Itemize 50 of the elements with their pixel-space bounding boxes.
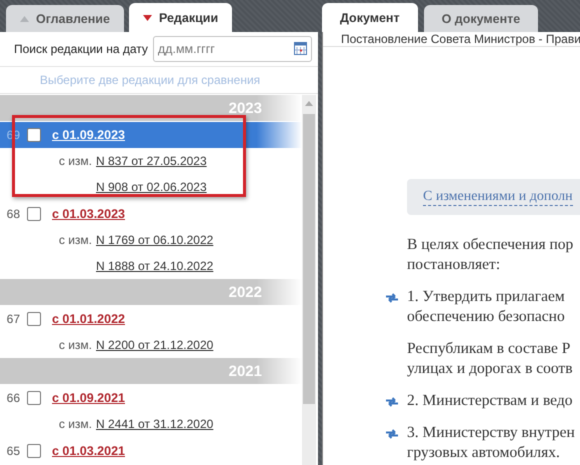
edition-number: 68 xyxy=(6,207,20,221)
edition-link[interactable]: с 01.03.2021 xyxy=(52,444,125,458)
edition-link[interactable]: с 01.01.2022 xyxy=(52,312,125,326)
edition-row[interactable]: 65 с 01.03.2021 xyxy=(0,438,302,464)
panel-tab[interactable]: Редакции xyxy=(128,3,232,32)
caret-icon xyxy=(142,14,152,20)
checkbox[interactable] xyxy=(27,207,41,221)
changes-label: с изм. xyxy=(58,233,92,247)
compare-hint: Выберите две редакции для сравнения xyxy=(0,66,318,94)
checkbox[interactable] xyxy=(27,391,41,405)
edition-row[interactable]: 67 с 01.01.2022 xyxy=(0,306,302,332)
caret-icon xyxy=(20,16,29,22)
arrows-icon[interactable] xyxy=(385,429,399,439)
paragraph-text: 1. Утвердить прилагаем обеспечению безопасно xyxy=(407,287,565,327)
panel-tab[interactable]: Оглавление xyxy=(6,5,124,32)
changes-label: с изм. xyxy=(58,338,92,352)
edition-row[interactable]: 66 с 01.09.2021 xyxy=(0,385,302,411)
amendment-link[interactable]: N 2200 от 21.12.2020 xyxy=(96,338,214,352)
edition-link[interactable]: с 01.09.2021 xyxy=(52,391,125,405)
edition-link[interactable]: с 01.03.2023 xyxy=(52,207,125,221)
amendment-link[interactable]: N 1888 от 24.10.2022 xyxy=(96,259,214,273)
scroll-thumb[interactable] xyxy=(303,114,315,404)
edition-link[interactable]: с 01.09.2023 xyxy=(52,128,125,142)
edition-row[interactable]: 68 с 01.03.2023 xyxy=(0,201,302,227)
paragraph-text: Республикам в составе Р улицах и дорогах в соотв xyxy=(407,339,573,379)
changes-label: с изм. xyxy=(58,154,92,168)
changes-label: с изм. xyxy=(58,417,92,431)
checkbox[interactable] xyxy=(27,312,41,326)
paragraph-text: 2. Министерствам и ведо xyxy=(407,391,572,411)
paragraph-text: 3. Министерству внутрен грузовых автомобилях. xyxy=(407,423,575,463)
scrollbar[interactable] xyxy=(302,95,316,465)
edition-number: 66 xyxy=(6,391,20,405)
date-field[interactable]: дд.мм.гггг xyxy=(152,36,312,62)
document-tab[interactable]: Документ xyxy=(322,3,418,32)
arrows-icon[interactable] xyxy=(385,397,399,407)
amendment-link[interactable]: N 908 от 02.06.2023 xyxy=(96,180,207,194)
edition-number: 67 xyxy=(6,312,20,326)
search-label: Поиск редакции на дату xyxy=(14,42,148,56)
amendment-link[interactable]: N 1769 от 06.10.2022 xyxy=(96,233,214,247)
paragraph-text: В целях обеспечения пор постановляет: xyxy=(407,235,574,275)
document-title: Постановление Совета Министров - Прави xyxy=(323,32,580,47)
amendment-link[interactable]: N 2441 от 31.12.2020 xyxy=(96,417,214,431)
checkbox[interactable] xyxy=(27,128,41,142)
checkbox[interactable] xyxy=(27,444,41,458)
revision-link[interactable]: С изменениями и дополн xyxy=(423,188,573,206)
amendment-link[interactable]: N 837 от 27.05.2023 xyxy=(96,154,207,168)
edition-number: 65 xyxy=(6,444,20,458)
document-tab[interactable]: О документе xyxy=(424,5,538,32)
arrows-icon[interactable] xyxy=(385,293,399,303)
calendar-icon[interactable] xyxy=(294,42,307,55)
